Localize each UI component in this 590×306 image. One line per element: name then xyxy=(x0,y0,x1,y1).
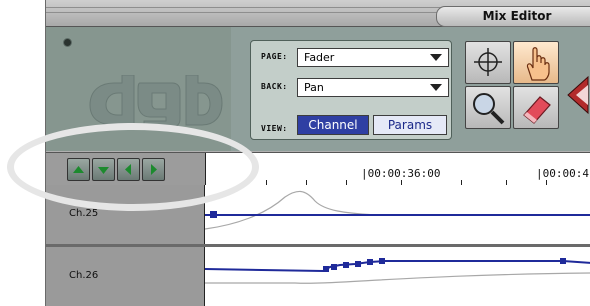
scroll-right-button[interactable] xyxy=(142,158,165,181)
view-label: VIEW: xyxy=(261,124,288,133)
back-select[interactable]: Pan xyxy=(297,78,449,97)
hand-tool-button[interactable] xyxy=(513,41,559,84)
zoom-tool-button[interactable] xyxy=(465,86,511,129)
eraser-icon xyxy=(523,96,551,124)
logo-area xyxy=(46,27,231,151)
view-params-button[interactable]: Params xyxy=(373,115,447,135)
automation-node[interactable] xyxy=(560,258,566,264)
right-arrow-icon xyxy=(151,164,157,175)
back-select-value: Pan xyxy=(304,81,324,94)
dropdown-arrow-icon xyxy=(430,84,442,91)
automation-lane[interactable] xyxy=(204,185,590,244)
crosshair-tool-button[interactable] xyxy=(465,41,511,84)
page-settings-panel: PAGE: Fader BACK: Pan VIEW: Channel Para… xyxy=(250,40,452,140)
automation-node[interactable] xyxy=(210,211,217,218)
page-select[interactable]: Fader xyxy=(297,48,449,67)
eraser-tool-button[interactable] xyxy=(513,86,559,129)
automation-node[interactable] xyxy=(323,266,329,272)
down-arrow-icon xyxy=(98,167,109,174)
up-arrow-icon xyxy=(73,166,84,173)
title-bar[interactable]: Mix Editor xyxy=(46,0,590,27)
automation-node[interactable] xyxy=(379,258,385,264)
automation-node[interactable] xyxy=(367,259,373,265)
magnifier-icon xyxy=(473,93,505,125)
track-row: Ch.25 xyxy=(46,185,590,244)
mix-editor-window: Mix Editor PAGE: Fader BACK: Pan VIEW: C… xyxy=(45,0,590,306)
automation-graph xyxy=(204,258,590,284)
track-name-cell[interactable]: Ch.26 xyxy=(46,247,205,306)
track-row: Ch.26 xyxy=(46,247,590,306)
mix-editor-screen: Mix Editor PAGE: Fader BACK: Pan VIEW: C… xyxy=(0,0,590,306)
track-name: Ch.25 xyxy=(69,208,99,219)
back-label: BACK: xyxy=(261,82,288,91)
crosshair-icon xyxy=(474,48,502,76)
timeline-ruler[interactable]: |00:00:36:00 |00:00:4 xyxy=(205,153,590,185)
timecode-label: |00:00:4 xyxy=(536,167,589,180)
automation-node[interactable] xyxy=(355,261,361,267)
scroll-down-button[interactable] xyxy=(92,158,115,181)
collapse-arrow-icon[interactable] xyxy=(566,75,590,115)
track-name-cell[interactable]: Ch.25 xyxy=(46,185,205,244)
track-name: Ch.26 xyxy=(69,270,99,281)
timecode-label: |00:00:36:00 xyxy=(361,167,441,180)
scroll-left-button[interactable] xyxy=(117,158,140,181)
screw-icon xyxy=(64,39,71,46)
automation-node[interactable] xyxy=(331,264,337,270)
window-title: Mix Editor xyxy=(436,6,590,27)
dgb-logo xyxy=(89,75,223,127)
automation-graph xyxy=(204,190,590,230)
left-arrow-icon xyxy=(125,164,131,175)
page-label: PAGE: xyxy=(261,52,288,61)
toolbar: PAGE: Fader BACK: Pan VIEW: Channel Para… xyxy=(46,27,590,151)
automation-node[interactable] xyxy=(343,262,349,268)
page-select-value: Fader xyxy=(304,51,335,64)
hand-icon xyxy=(526,47,550,81)
view-channel-button[interactable]: Channel xyxy=(297,115,369,135)
scroll-up-button[interactable] xyxy=(67,158,90,181)
dropdown-arrow-icon xyxy=(430,54,442,61)
ruler-row: |00:00:36:00 |00:00:4 xyxy=(46,152,590,185)
automation-lane[interactable] xyxy=(204,247,590,306)
